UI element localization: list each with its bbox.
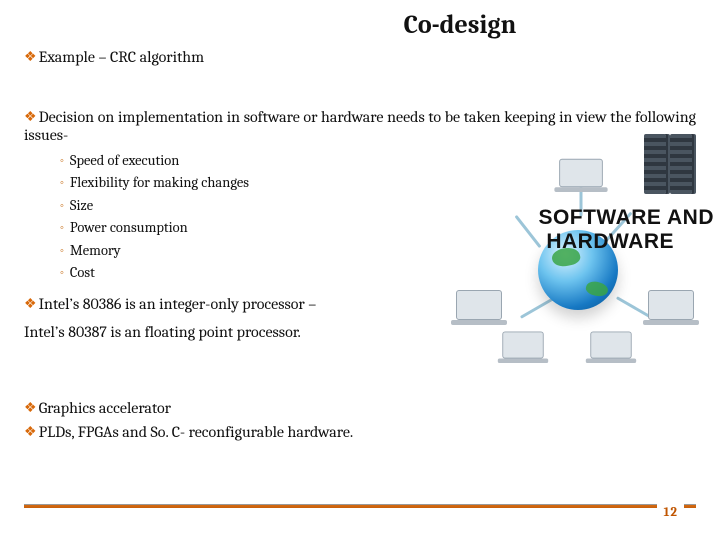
laptop-icon [456,290,502,320]
diamond-icon: ❖ [24,399,37,416]
laptop-icon [502,332,543,359]
illustration: SOFTWARE AND HARDWARE [448,130,708,350]
slide-title: Co-design [224,10,696,40]
diamond-icon: ❖ [24,108,37,125]
bullet-example: ❖Example – CRC algorithm [24,48,696,66]
page-number: 12 [663,505,678,520]
lower-block: ❖Graphics accelerator ❖PLDs, FPGAs and S… [24,399,696,441]
ring-icon: ◦ [60,176,64,189]
connector-line [616,296,652,319]
connector-line [515,215,542,248]
ring-icon: ◦ [60,154,64,167]
illustration-caption-2: HARDWARE [546,230,674,254]
diamond-icon: ❖ [24,295,37,312]
slide: Co-design ❖Example – CRC algorithm ❖Deci… [0,0,720,540]
laptop-icon [648,290,694,320]
ring-icon: ◦ [60,199,64,212]
server-icon [670,134,692,194]
diamond-icon: ❖ [24,423,37,440]
footer: 12 [0,504,720,524]
bullet-graphics: ❖Graphics accelerator [24,399,696,417]
bullet-example-text: Example – CRC algorithm [39,48,205,66]
bullet-graphics-text: Graphics accelerator [39,399,171,417]
diamond-icon: ❖ [24,48,37,65]
list-item-text: Size [70,197,93,214]
ring-icon: ◦ [60,266,64,279]
list-item-text: Memory [70,242,121,259]
page-number-wrap: 12 [657,502,684,520]
laptop-icon [590,332,631,359]
list-item-text: Speed of execution [70,152,179,169]
bullet-plds-text: PLDs, FPGAs and So. C- reconfigurable ha… [39,423,354,441]
list-item-text: Flexibility for making changes [70,174,249,191]
ring-icon: ◦ [60,221,64,234]
laptop-icon [559,159,603,188]
footer-bar [24,504,696,508]
list-item-text: Power consumption [70,219,188,236]
server-icon [644,134,666,194]
ring-icon: ◦ [60,244,64,257]
bullet-plds: ❖PLDs, FPGAs and So. C- reconfigurable h… [24,423,696,441]
list-item-text: Cost [70,264,95,281]
bullet-80386-text: Intel’s 80386 is an integer-only process… [39,295,317,313]
illustration-caption-1: SOFTWARE AND [538,206,714,230]
